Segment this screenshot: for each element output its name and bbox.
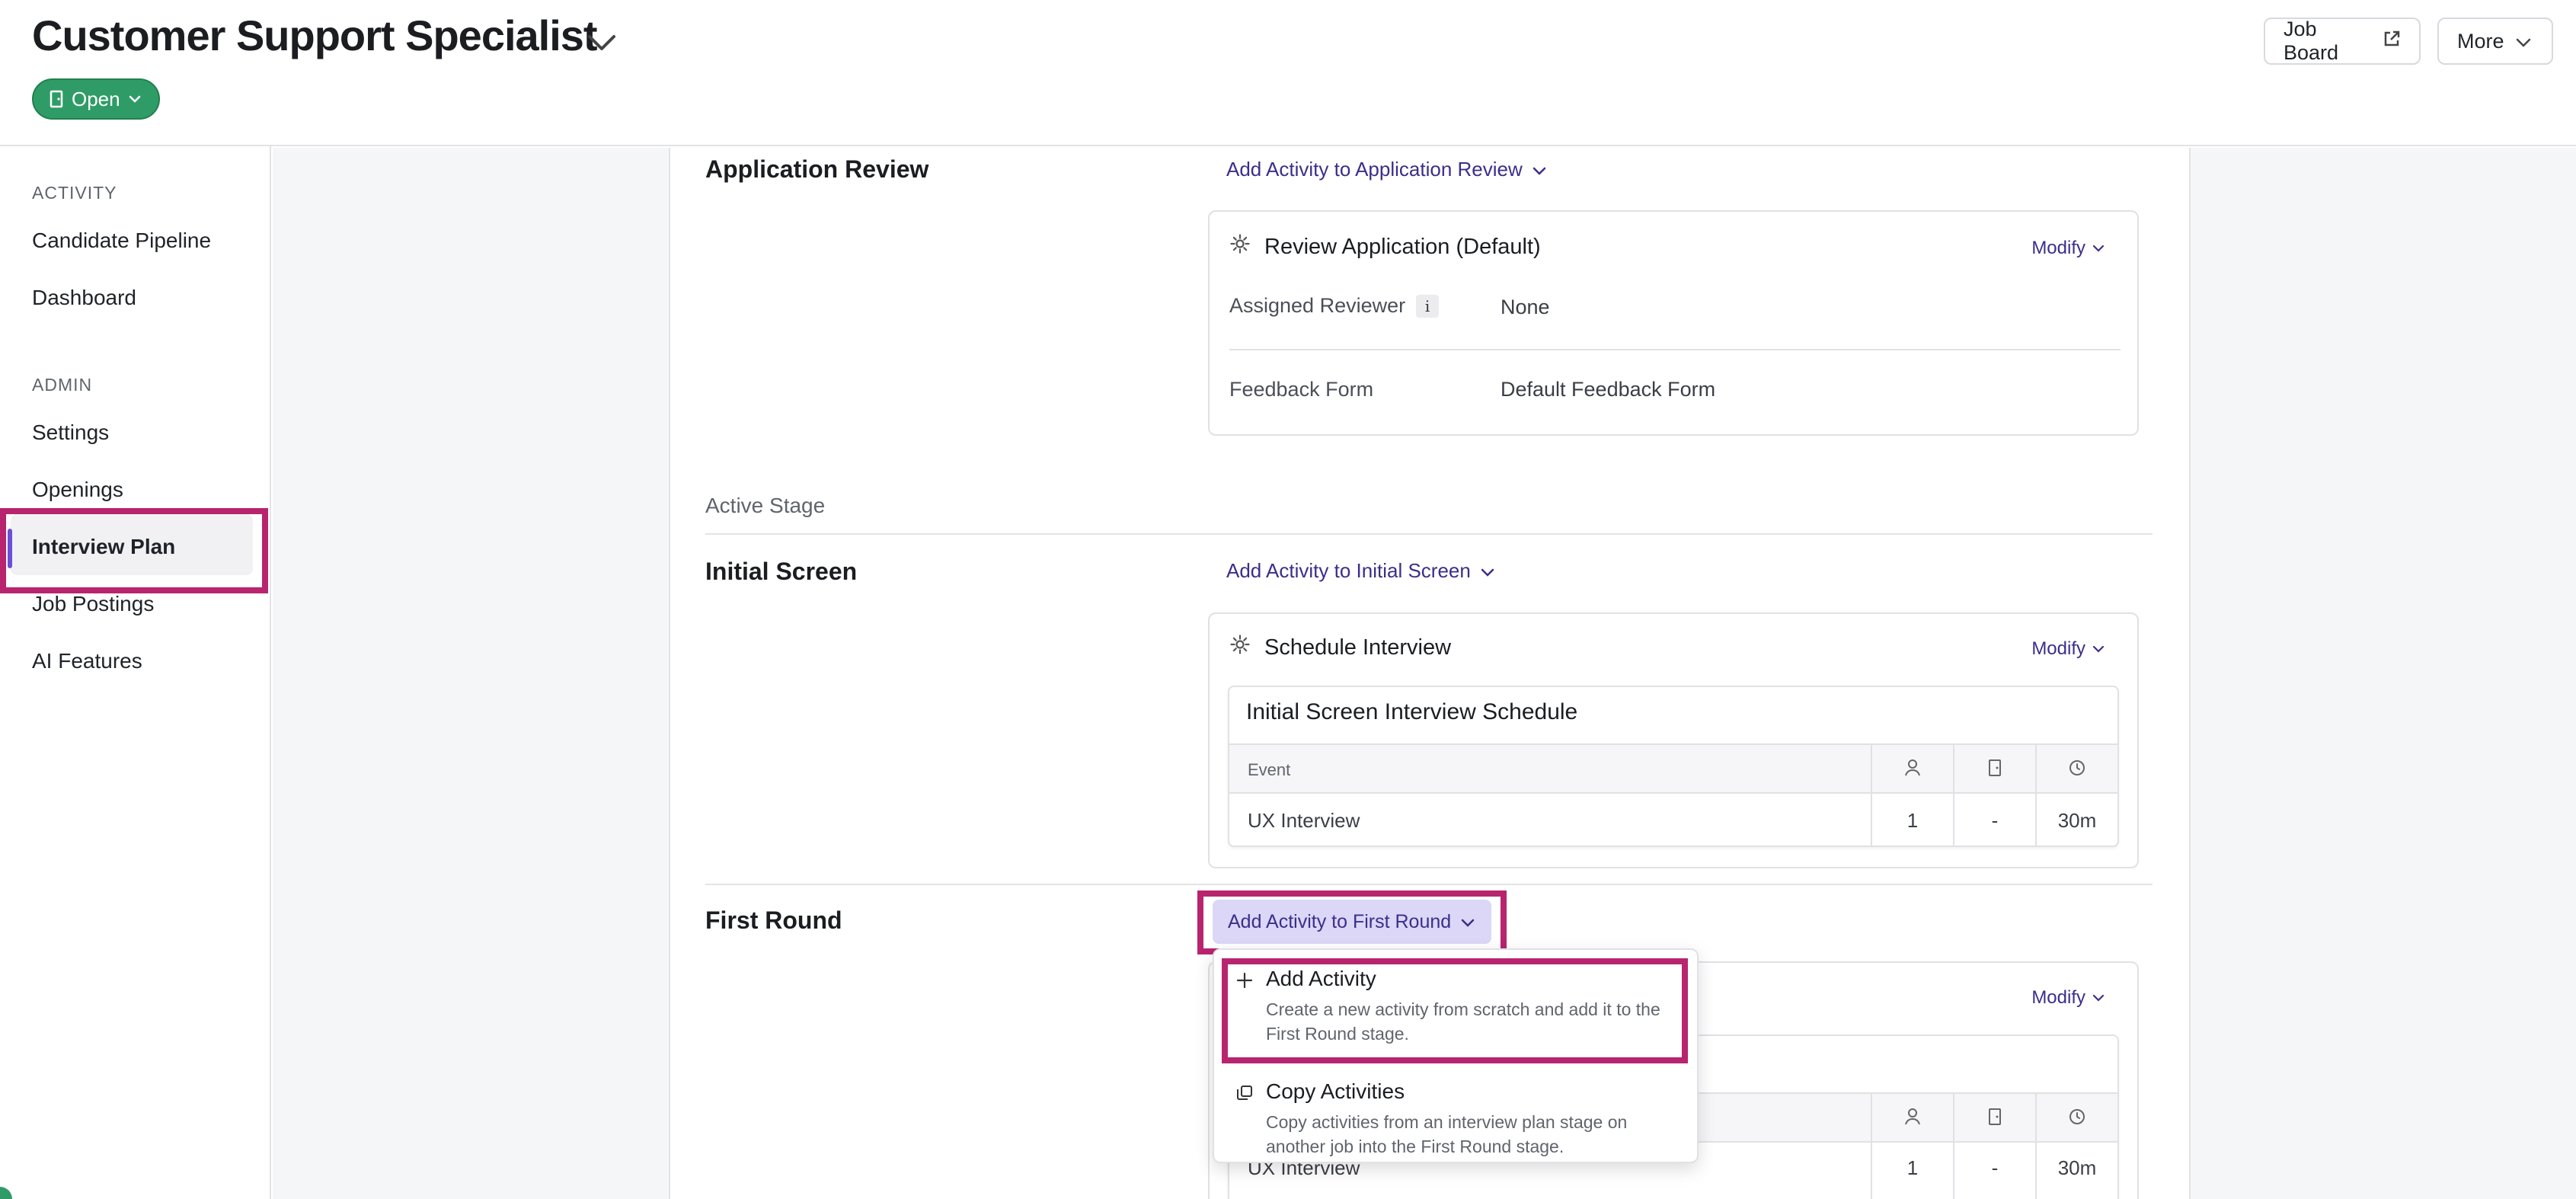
- interview-schedule-table: Initial Screen Interview Schedule Event …: [1228, 686, 2119, 847]
- menu-item-copy-activities[interactable]: Copy Activities Copy activities from an …: [1214, 1079, 1697, 1163]
- modify-button[interactable]: Modify: [2031, 238, 2105, 259]
- room-value: -: [1991, 809, 1999, 832]
- assigned-reviewer-text: Assigned Reviewer: [1229, 294, 1406, 317]
- job-board-button[interactable]: Job Board: [2264, 18, 2421, 65]
- job-switcher-chevron-icon[interactable]: [583, 27, 620, 58]
- duration-value: 30m: [2057, 809, 2097, 832]
- room-value: -: [1991, 1156, 1999, 1179]
- feedback-form-value: Default Feedback Form: [1501, 378, 1716, 401]
- chevron-down-icon: [1532, 158, 1547, 181]
- sidebar-item-settings[interactable]: Settings: [32, 420, 109, 445]
- gear-icon: [1229, 233, 1251, 261]
- sidebar-section-activity: ACTIVITY: [32, 183, 117, 203]
- stage-title-initial-screen: Initial Screen: [705, 558, 858, 585]
- person-icon: [1872, 759, 1953, 782]
- feedback-form-label: Feedback Form: [1229, 378, 1374, 401]
- active-stage-divider: [705, 533, 2153, 535]
- schedule-header-row: Event: [1229, 743, 2117, 795]
- active-stage-label: Active Stage: [705, 494, 826, 517]
- add-activity-label: Add Activity to Initial Screen: [1226, 559, 1471, 582]
- sidebar-item-job-postings[interactable]: Job Postings: [32, 592, 154, 616]
- external-link-icon: [2383, 30, 2401, 53]
- interviewer-count: 1: [1906, 1156, 1919, 1179]
- gear-icon: [1229, 634, 1251, 661]
- clock-icon: [2037, 759, 2117, 782]
- assigned-reviewer-label: Assigned Reviewer i: [1229, 294, 1440, 318]
- add-activity-initial-screen[interactable]: Add Activity to Initial Screen: [1226, 559, 1495, 583]
- job-status-label: Open: [72, 87, 120, 110]
- more-label: More: [2457, 29, 2504, 53]
- chevron-down-icon: [2092, 987, 2105, 1009]
- job-status-dropdown[interactable]: Open: [32, 78, 160, 120]
- modify-label: Modify: [2031, 638, 2085, 659]
- clock-icon: [2037, 1108, 2117, 1131]
- copy-icon: [1235, 1084, 1254, 1106]
- activity-header: Schedule Interview: [1229, 634, 1451, 661]
- add-activity-label: Add Activity to Application Review: [1226, 158, 1523, 181]
- interviewer-count: 1: [1906, 809, 1919, 832]
- assigned-reviewer-value: None: [1501, 296, 1550, 318]
- person-icon: [1872, 1108, 1953, 1131]
- modify-button[interactable]: Modify: [2031, 987, 2105, 1009]
- stage-title-first-round: First Round: [705, 906, 842, 934]
- info-icon[interactable]: i: [1416, 294, 1440, 318]
- job-board-label: Job Board: [2284, 18, 2339, 64]
- event-name: UX Interview: [1248, 809, 1360, 832]
- menu-item-title: Copy Activities: [1266, 1079, 1405, 1103]
- modify-label: Modify: [2031, 987, 2085, 1008]
- sidebar-section-admin: ADMIN: [32, 375, 93, 395]
- door-icon: [49, 90, 64, 108]
- first-round-button-highlight-annotation: [1197, 890, 1507, 954]
- modify-label: Modify: [2031, 238, 2085, 258]
- chevron-down-icon: [2515, 30, 2532, 53]
- activity-header: Review Application (Default): [1229, 233, 1541, 261]
- activity-name: Schedule Interview: [1264, 635, 1452, 660]
- column-event: Event: [1248, 760, 1291, 779]
- activity-name: Review Application (Default): [1264, 234, 1541, 259]
- door-icon: [1954, 759, 2035, 782]
- card-divider: [1229, 349, 2121, 350]
- modify-button[interactable]: Modify: [2031, 638, 2105, 660]
- door-icon: [1954, 1108, 2035, 1131]
- menu-item-description: Copy activities from an interview plan s…: [1266, 1112, 1628, 1156]
- add-activity-application-review[interactable]: Add Activity to Application Review: [1226, 158, 1547, 181]
- sidebar-item-dashboard[interactable]: Dashboard: [32, 286, 136, 310]
- chevron-down-icon: [128, 94, 142, 104]
- more-button[interactable]: More: [2437, 18, 2553, 65]
- page-header: Customer Support Specialist Open Job Boa…: [0, 0, 2576, 146]
- chevron-down-icon: [2092, 238, 2105, 259]
- activity-card-schedule-interview: Schedule Interview Modify Initial Screen…: [1208, 612, 2139, 868]
- add-activity-highlight-annotation: [1222, 958, 1688, 1063]
- sidebar-item-candidate-pipeline[interactable]: Candidate Pipeline: [32, 229, 211, 253]
- job-title: Customer Support Specialist: [32, 11, 598, 59]
- activity-card-review-application: Review Application (Default) Modify Assi…: [1208, 210, 2139, 436]
- sidebar: ACTIVITY Candidate Pipeline Dashboard AD…: [0, 146, 271, 1199]
- schedule-title: Initial Screen Interview Schedule: [1246, 699, 1578, 724]
- sidebar-highlight-annotation: [0, 508, 268, 593]
- stage-title-application-review: Application Review: [705, 155, 929, 183]
- stage-divider: [705, 884, 2153, 885]
- duration-value: 30m: [2057, 1156, 2097, 1179]
- chevron-down-icon: [1480, 559, 1495, 583]
- sidebar-item-ai-features[interactable]: AI Features: [32, 649, 142, 673]
- sidebar-item-openings[interactable]: Openings: [32, 478, 123, 502]
- chevron-down-icon: [2092, 638, 2105, 660]
